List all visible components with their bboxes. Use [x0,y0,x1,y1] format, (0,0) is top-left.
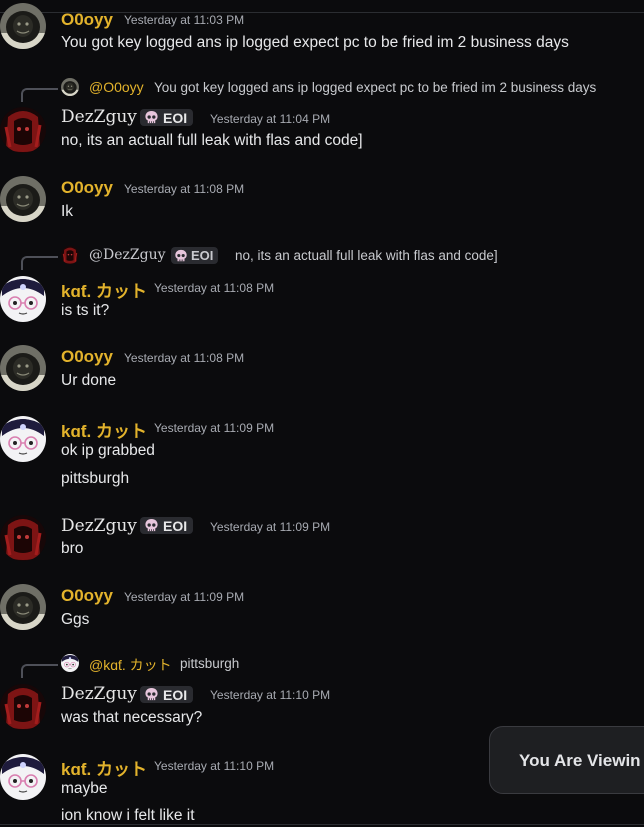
message-text: maybe [61,780,108,797]
message-text: Ggs [61,611,90,628]
message-text: is ts it? [61,302,110,319]
reply-spine [21,664,58,678]
reply-avatar [61,654,79,672]
tag-label: EOI [163,109,188,126]
role-tag[interactable]: EOI [140,517,194,534]
message-text: ion know i felt like it [61,807,195,824]
avatar[interactable] [0,754,46,800]
reply-text: pittsburgh [180,656,240,671]
message-text: pittsburgh [61,470,130,487]
reply-text: no, its an actuall full leak with flas a… [235,248,498,263]
bottom-divider [0,824,644,825]
username[interactable]: kɑƭ. カット [61,277,147,302]
avatar[interactable] [0,276,46,322]
reply-username[interactable]: @kɑƭ. カット [89,655,172,675]
username[interactable]: O0oyy [61,178,113,198]
timestamp: Yesterday at 11:08 PM [124,182,245,196]
username[interactable]: O0oyy [61,10,113,30]
timestamp: Yesterday at 11:04 PM [210,112,331,126]
username[interactable]: O0oyy [61,586,113,606]
reply-preview[interactable]: @kɑƭ. カット pittsburgh [0,654,644,678]
timestamp: Yesterday at 11:10 PM [154,759,275,773]
reply-preview[interactable]: @DezZguy EOI no, its an actuall full lea… [0,246,644,270]
avatar[interactable] [0,176,46,222]
username[interactable]: DezZguy [61,516,137,536]
reply-avatar [61,78,79,96]
timestamp: Yesterday at 11:09 PM [154,421,275,435]
reply-spine [21,256,58,270]
message-text: ok ip grabbed [61,442,155,459]
viewing-toast[interactable]: You Are Viewin [489,726,644,794]
username[interactable]: kɑƭ. カット [61,755,147,780]
tag-label: EOI [163,686,188,703]
timestamp: Yesterday at 11:09 PM [124,590,245,604]
toast-text: You Are Viewin [519,751,641,770]
timestamp: Yesterday at 11:03 PM [124,13,245,27]
reply-avatar [61,246,79,264]
username[interactable]: kɑƭ. カット [61,417,147,442]
timestamp: Yesterday at 11:10 PM [210,688,331,702]
reply-username[interactable]: @DezZguy [89,247,166,263]
timestamp: Yesterday at 11:08 PM [124,351,245,365]
role-tag[interactable]: EOI [140,686,194,703]
message-text: bro [61,540,84,557]
username[interactable]: DezZguy [61,684,137,704]
skull-icon [144,110,159,125]
username[interactable]: O0oyy [61,347,113,367]
reply-spine [21,88,58,102]
skull-icon [144,687,159,702]
avatar[interactable] [0,416,46,462]
avatar[interactable] [0,684,46,730]
reply-preview[interactable]: @O0oyy You got key logged ans ip logged … [0,78,644,102]
message-text: was that necessary? [61,709,203,726]
reply-username[interactable]: @O0oyy [89,79,144,95]
timestamp: Yesterday at 11:09 PM [210,520,331,534]
avatar[interactable] [0,584,46,630]
skull-icon [144,518,159,533]
avatar[interactable] [0,345,46,391]
message-text: Ur done [61,372,117,389]
reply-tag-label: EOI [191,248,214,263]
tag-label: EOI [163,517,188,534]
username[interactable]: DezZguy [61,107,137,127]
role-tag[interactable]: EOI [140,109,194,126]
message-text: Ik [61,203,74,220]
skull-icon [174,249,188,263]
avatar[interactable] [0,515,46,561]
avatar[interactable] [0,3,46,49]
reply-role-tag: EOI [171,247,219,264]
message-text: You got key logged ans ip logged expect … [61,34,569,51]
timestamp: Yesterday at 11:08 PM [154,281,275,295]
avatar[interactable] [0,107,46,153]
message-text: no, its an actuall full leak with flas a… [61,132,363,149]
reply-text: You got key logged ans ip logged expect … [154,80,597,95]
